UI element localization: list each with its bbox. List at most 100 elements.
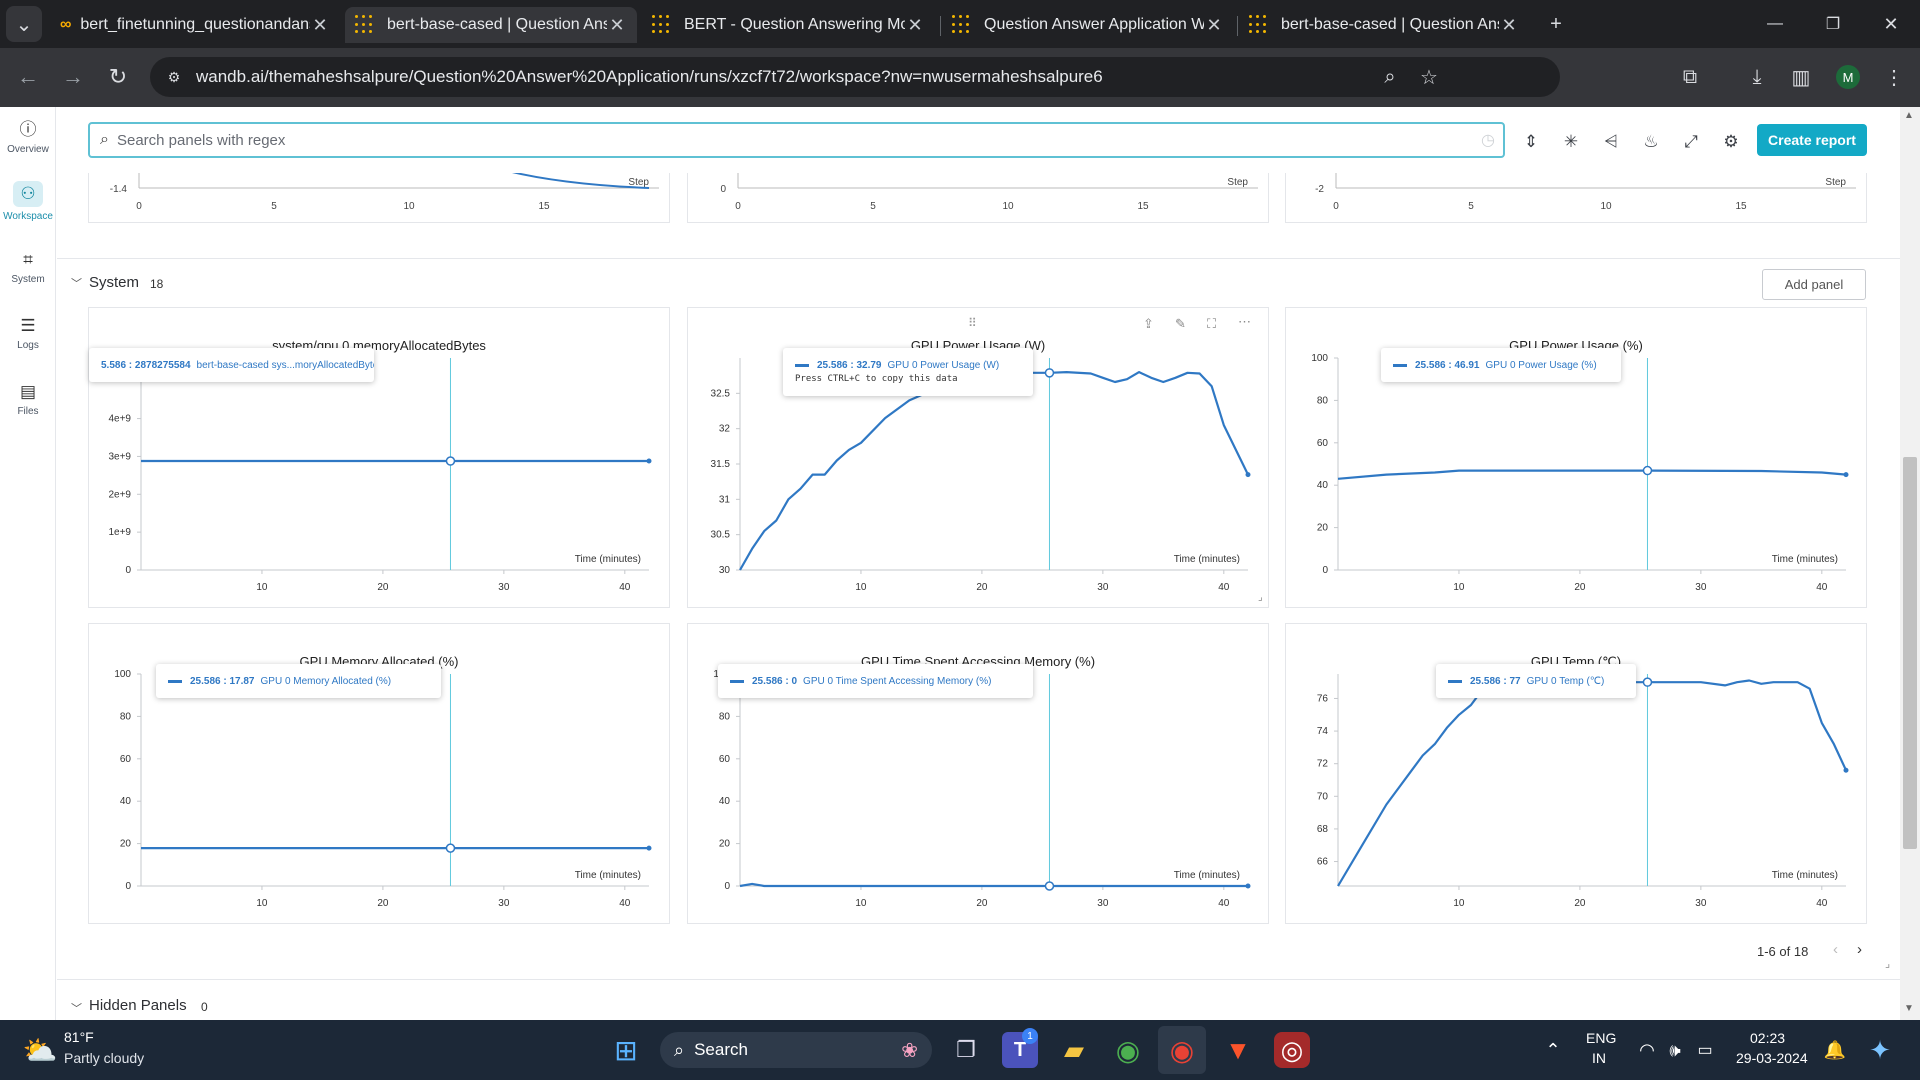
language-code[interactable]: ENG [1586, 1030, 1616, 1046]
hover-marker [1044, 881, 1055, 891]
y-tick-label: 0 [724, 881, 730, 892]
chart-panel[interactable]: GPU Temp (℃) 66 68 70 72 74 76 10 20 30 40 Time (mi… [1285, 623, 1867, 924]
menu-kebab-icon[interactable]: ⋮ [1876, 59, 1912, 95]
chrome-profile-icon[interactable]: ◉ [1164, 1032, 1200, 1068]
zoom-icon[interactable]: ⌕ [1372, 59, 1408, 95]
tooltip-value: 25.586 : 17.87 [190, 675, 255, 687]
expand-vertical-icon[interactable]: ⇕ [1518, 129, 1544, 155]
back-icon[interactable]: ← [8, 57, 48, 97]
colab-icon: ∞ [60, 16, 72, 33]
wandb-icon [355, 15, 375, 35]
nav-system[interactable]: ⌗ System [0, 237, 56, 297]
settings-gear-icon[interactable]: ⚙ [1718, 129, 1744, 155]
hidden-panels-title[interactable]: Hidden Panels [89, 997, 187, 1014]
media-app-icon[interactable]: ◎ [1274, 1032, 1310, 1068]
file-explorer-icon[interactable]: ▰ [1056, 1032, 1092, 1068]
tab-title: bert-base-cased | Question Answer Applic… [387, 16, 607, 33]
nav-label: Logs [17, 339, 39, 351]
windows-start-icon[interactable]: ⊞ [608, 1032, 644, 1068]
x-tick-label: 40 [1816, 898, 1828, 909]
forward-icon[interactable]: → [53, 57, 93, 97]
scroll-up-icon[interactable]: ▲ [1904, 110, 1914, 121]
history-icon[interactable]: ◷ [1481, 130, 1495, 150]
search-input[interactable]: ⌕ Search panels with regex ◷ [88, 122, 1505, 158]
chart-panel[interactable]: GPU Memory Allocated (%) 0 20 40 60 80 100 10 20… [88, 623, 670, 924]
x-tick-label: 30 [498, 582, 510, 593]
notification-bell-icon[interactable]: 🔔 [1822, 1034, 1848, 1066]
chrome-icon[interactable]: ◉ [1110, 1032, 1146, 1068]
browser-tab-4[interactable]: Question Answer Application Workspace ✕ [942, 7, 1234, 43]
tooltip-series-name: GPU 0 Memory Allocated (%) [260, 675, 392, 687]
y-tick-label: 66 [1317, 857, 1329, 868]
chart-panel[interactable]: GPU Time Spent Accessing Memory (%) 0 20 40… [687, 623, 1269, 924]
nav-files[interactable]: ▤ Files [0, 369, 56, 429]
download-icon[interactable]: ⤓ [1739, 59, 1775, 95]
clock-date[interactable]: 29-03-2024 [1736, 1050, 1808, 1066]
task-view-icon[interactable]: ❐ [948, 1032, 984, 1068]
sweep-icon[interactable]: ⤢ [1678, 129, 1704, 155]
chevron-up-icon[interactable]: ⌃ [1538, 1034, 1568, 1066]
bookmark-star-icon[interactable]: ☆ [1411, 59, 1447, 95]
chart-panel[interactable]: GPU Power Usage (W) ⠿ ⇪ ✎ ⛶ ⋯ ⌟ 30 30.5 31 31.5 32 3… [687, 307, 1269, 608]
close-icon[interactable]: ✕ [310, 15, 330, 36]
hover-marker [1642, 465, 1653, 476]
extensions-icon[interactable]: ⧉ [1672, 59, 1708, 95]
add-panel-button[interactable]: Add panel [1762, 269, 1866, 300]
resize-handle-icon[interactable]: ⌟ [1885, 957, 1890, 970]
nav-overview[interactable]: ⓘ Overview [0, 107, 56, 167]
brave-icon[interactable]: ▼ [1220, 1032, 1256, 1068]
new-tab-icon[interactable]: + [1538, 6, 1574, 42]
next-page-icon[interactable]: › [1857, 941, 1862, 958]
wifi-icon[interactable]: ◠ [1634, 1034, 1660, 1066]
site-info-icon[interactable]: ⚙ [162, 65, 186, 89]
x-tick-label: 30 [1695, 898, 1707, 909]
browser-tab-5[interactable]: bert-base-cased | Question Answer Applic… [1239, 7, 1529, 43]
scrollbar-thumb[interactable] [1903, 457, 1917, 849]
close-icon[interactable]: ✕ [607, 15, 627, 36]
prev-page-icon[interactable]: ‹ [1833, 941, 1838, 958]
side-panel-icon[interactable]: ▥ [1783, 59, 1819, 95]
weather-temp[interactable]: 81°F [64, 1029, 94, 1045]
chevron-down-icon[interactable]: ﹀ [71, 275, 82, 291]
browser-tab-3[interactable]: BERT - Question Answering Model ✕ [642, 7, 935, 43]
window-close-icon[interactable]: ✕ [1873, 6, 1909, 42]
nav-logs[interactable]: ☰ Logs [0, 303, 56, 363]
create-report-button[interactable]: Create report [1757, 124, 1867, 156]
smoothing-icon[interactable]: ♨ [1638, 129, 1664, 155]
battery-icon[interactable]: ▭ [1692, 1034, 1718, 1066]
profile-avatar[interactable]: M [1836, 65, 1860, 89]
restore-icon[interactable]: ❐ [1815, 6, 1851, 42]
close-icon[interactable]: ✕ [1204, 15, 1224, 36]
y-tick-label: 74 [1317, 726, 1329, 737]
close-icon[interactable]: ✕ [1499, 15, 1519, 36]
browser-tab-1[interactable]: ∞ bert_finetunning_questionandanswering … [50, 7, 340, 43]
clock-time[interactable]: 02:23 [1750, 1030, 1785, 1046]
chart-panel[interactable]: GPU Power Usage (%) 0 20 40 60 80 100 10 20 30 40 T… [1285, 307, 1867, 608]
x-tick-label: 0 [1333, 201, 1339, 212]
wandb-icon [1249, 15, 1269, 35]
taskbar-search[interactable]: ⌕ Search ❀ [660, 1032, 932, 1068]
close-icon[interactable]: ✕ [905, 15, 925, 36]
y-tick-label: 100 [114, 669, 131, 680]
minimize-icon[interactable]: — [1757, 6, 1793, 42]
chart-panel[interactable]: system/gpu.0.memoryAllocatedBytes 0 1e+9 2e… [88, 307, 670, 608]
scroll-down-icon[interactable]: ▼ [1904, 1003, 1914, 1014]
collapse-icon[interactable]: ✳ [1558, 129, 1584, 155]
section-title[interactable]: System [89, 274, 139, 291]
weather-desc[interactable]: Partly cloudy [64, 1050, 144, 1066]
nav-workspace[interactable]: ⚇ Workspace [0, 171, 56, 231]
region-code[interactable]: IN [1592, 1050, 1606, 1066]
copilot-icon[interactable]: ✦ [1862, 1032, 1898, 1068]
reload-icon[interactable]: ↻ [98, 57, 138, 97]
volume-icon[interactable]: 🕪 [1662, 1034, 1688, 1066]
browser-tab-2[interactable]: bert-base-cased | Question Answer Applic… [345, 7, 637, 43]
x-tick-label: 10 [1453, 898, 1465, 909]
y-tick-label: 1e+9 [108, 527, 131, 538]
address-bar[interactable]: ⚙ wandb.ai/themaheshsalpure/Question%20A… [150, 57, 1560, 97]
tab-search-icon[interactable]: ⌄ [6, 6, 42, 42]
x-tick-label: 5 [271, 201, 277, 212]
series-end-point [1245, 883, 1251, 889]
x-axis-icon[interactable]: ⩤ [1598, 129, 1624, 155]
chevron-down-icon[interactable]: ﹀ [71, 1000, 82, 1016]
weather-icon[interactable]: ⛅ [20, 1032, 60, 1068]
